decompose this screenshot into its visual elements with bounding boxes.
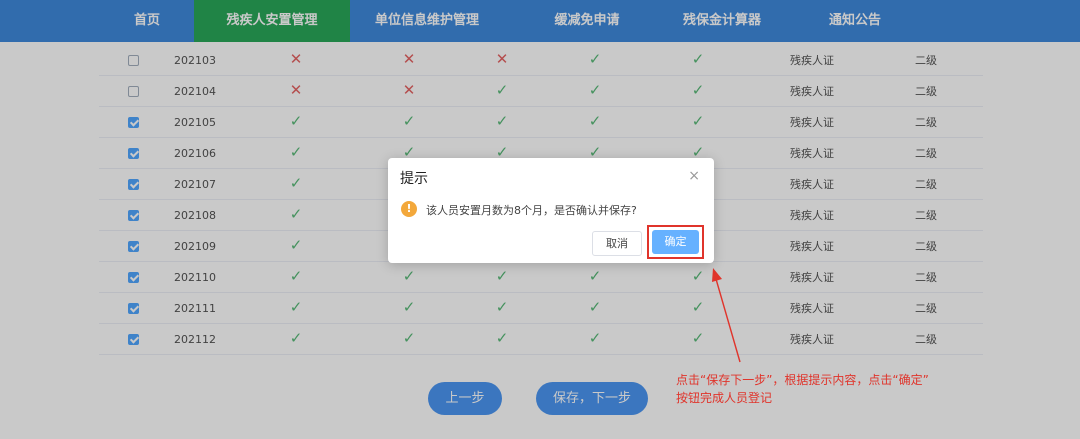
confirm-highlight: 确定 [647,225,704,259]
cancel-button[interactable]: 取消 [592,231,642,256]
warning-icon: ! [401,201,417,217]
dialog-title: 提示 [400,171,428,187]
dialog-message: 该人员安置月数为8个月，是否确认并保存? [426,204,637,217]
confirm-dialog: 提示 × ! 该人员安置月数为8个月，是否确认并保存? 取消 确定 [388,158,714,263]
confirm-button[interactable]: 确定 [652,230,699,254]
close-icon[interactable]: × [688,168,700,184]
